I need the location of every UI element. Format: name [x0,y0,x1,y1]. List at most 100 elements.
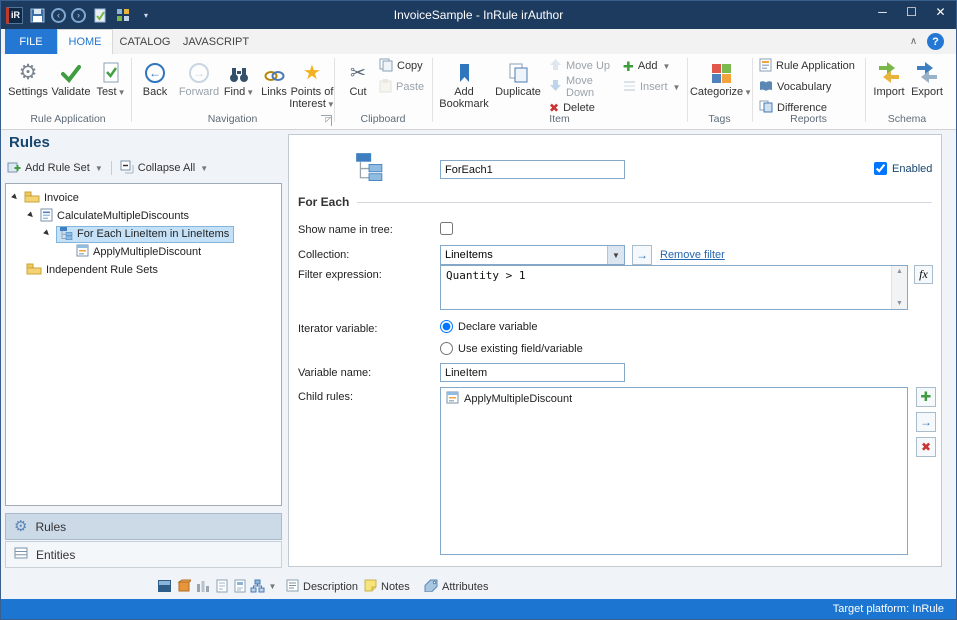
rule-tree: ▶ Invoice ▶ CalculateMultipleDiscounts ▶… [5,183,282,506]
tab-catalog[interactable]: CATALOG [113,29,177,54]
add-bookmark-button[interactable]: Add Bookmark [438,56,490,112]
rule-icon [76,244,89,260]
move-down-button[interactable]: Move Down [549,78,615,96]
nav-rules-button[interactable]: ⚙ Rules [5,513,282,540]
view-toggle-cube-icon[interactable] [175,578,192,594]
navigation-dialog-launcher-icon[interactable]: ◿ [321,115,332,126]
use-existing-option[interactable]: Use existing field/variable [440,342,583,355]
categorize-button[interactable]: Categorize▼ [693,56,749,112]
scroll-down-icon[interactable]: ▼ [896,300,903,307]
star-icon: ★ [303,56,321,83]
tab-file[interactable]: FILE [5,29,57,54]
tab-home[interactable]: HOME [57,29,113,54]
help-icon[interactable]: ? [927,33,944,50]
view-toggle-hierarchy-icon[interactable] [249,578,266,594]
clipboard-icon [379,79,392,96]
back-circle-icon[interactable]: ‹ [51,8,66,23]
goto-child-rule-button[interactable]: → [916,412,936,432]
collapse-all-icon [120,160,134,177]
copy-button[interactable]: Copy [379,57,431,75]
remove-filter-link[interactable]: Remove filter [660,249,725,261]
declare-variable-radio[interactable] [440,320,453,333]
move-up-button[interactable]: Move Up [549,57,615,75]
description-button[interactable]: Description [286,578,358,595]
save-icon[interactable] [28,6,46,24]
variable-name-input[interactable] [440,363,625,382]
tree-item-apply-multiple-discount[interactable]: ApplyMultipleDiscount [6,243,281,261]
view-toggle-report-icon[interactable] [231,578,248,594]
add-rule-set-button[interactable]: Add Rule Set [25,162,90,174]
vocabulary-report-button[interactable]: Vocabulary [759,78,863,96]
settings-button[interactable]: ⚙ Settings [7,56,49,112]
view-toggle-columns-icon[interactable] [194,578,211,594]
notes-button[interactable]: Notes [364,578,410,595]
minimize-button[interactable]: ─ [868,1,897,22]
textarea-scrollbar[interactable]: ▲▼ [891,266,907,309]
combo-arrow-icon[interactable]: ▼ [607,246,624,264]
enabled-checkbox[interactable] [874,162,887,175]
rule-application-report-button[interactable]: Rule Application [759,57,863,75]
duplicate-button[interactable]: Duplicate [493,56,543,112]
dropdown-caret-icon: ▼ [246,88,254,97]
add-child-rule-button[interactable]: ✚ [916,387,936,407]
up-arrow-icon [549,58,562,74]
back-button[interactable]: ← Back [135,56,175,112]
dropdown-caret-icon: ▼ [95,164,103,173]
view-toggle-window-icon[interactable] [156,578,173,594]
qat-dropdown-icon[interactable]: ▾ [137,6,155,24]
for-each-section-header: For Each [298,195,932,209]
view-toggle-page-icon[interactable] [213,578,230,594]
nav-entities-button[interactable]: Entities [5,541,282,568]
maximize-button[interactable]: ☐ [897,1,926,22]
collapse-all-button[interactable]: Collapse All [138,162,195,174]
expander-icon[interactable]: ▶ [42,228,53,239]
tree-item-independent-rule-sets[interactable]: Independent Rule Sets [6,261,281,279]
group-label-reports: Reports [752,113,865,128]
tree-item-calculate-multiple-discounts[interactable]: ▶ CalculateMultipleDiscounts [6,207,281,225]
remove-child-rule-button[interactable]: ✖ [916,437,936,457]
collapse-ribbon-icon[interactable]: ∧ [905,33,922,50]
import-button[interactable]: Import [871,56,907,112]
export-button[interactable]: Export [909,56,945,112]
gears-icon: ⚙ [14,519,27,534]
show-name-checkbox[interactable] [440,222,453,235]
scroll-up-icon[interactable]: ▲ [896,268,903,275]
paste-button[interactable]: Paste [379,78,431,96]
child-rule-item[interactable]: ApplyMultipleDiscount [441,388,907,410]
links-button[interactable]: Links [257,56,291,112]
dropdown-caret-icon: ▼ [118,88,126,97]
add-button[interactable]: ✚ Add ▼ [623,57,683,75]
points-of-interest-button[interactable]: ★ Points of Interest▼ [291,56,333,112]
insert-button[interactable]: Insert ▼ [623,78,683,96]
tree-item-for-each[interactable]: ▶ For Each LineItem in LineItems [6,225,281,243]
variable-name-label: Variable name: [298,367,371,379]
dropdown-caret-icon: ▼ [673,83,681,92]
bottom-toolbar-dropdown-icon[interactable]: ▼ [267,578,277,594]
rule-name-input[interactable] [440,160,625,179]
collection-dropdown[interactable]: LineItems ▼ [440,245,625,265]
child-rules-listbox[interactable]: ApplyMultipleDiscount [440,387,908,555]
close-button[interactable]: ✕ [926,1,955,22]
tab-javascript[interactable]: JAVASCRIPT [177,29,255,54]
iterator-variable-label: Iterator variable: [298,323,377,335]
fx-button[interactable]: fx [914,265,933,284]
for-each-large-icon [354,151,384,186]
declare-variable-option[interactable]: Declare variable [440,320,537,333]
use-existing-radio[interactable] [440,342,453,355]
for-each-icon [59,226,73,243]
expander-icon[interactable]: ▶ [10,192,21,203]
cut-button[interactable]: ✂ Cut [341,56,375,112]
validate-quick-icon[interactable] [91,6,109,24]
forward-button[interactable]: → Forward [177,56,221,112]
goto-collection-button[interactable]: → [632,245,652,265]
forward-circle-icon[interactable]: › [71,8,86,23]
validate-button[interactable]: Validate [49,56,93,112]
find-button[interactable]: Find▼ [223,56,255,112]
tree-item-invoice[interactable]: ▶ Invoice [6,189,281,207]
test-button[interactable]: Test▼ [93,56,129,112]
attributes-button[interactable]: Attributes [424,578,488,595]
filter-expression-textarea[interactable]: Quantity > 1 ▲▼ [440,265,908,310]
selected-tree-item[interactable]: For Each LineItem in LineItems [56,226,234,243]
test-quick-icon[interactable] [114,6,132,24]
expander-icon[interactable]: ▶ [26,210,37,221]
